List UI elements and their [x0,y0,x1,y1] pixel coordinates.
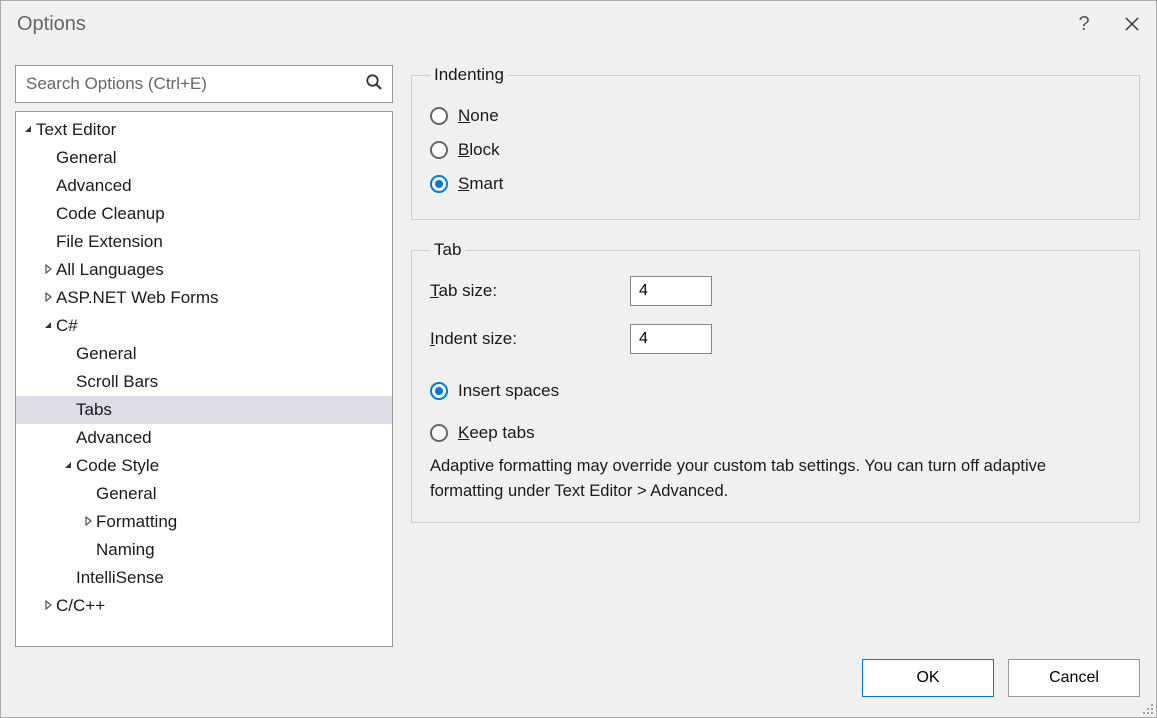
radio-icon [430,107,448,125]
tree-item[interactable]: File Extension [16,228,392,256]
tree-item[interactable]: General [16,340,392,368]
tree-item[interactable]: C# [16,312,392,340]
tree-item-label: Tabs [76,400,112,420]
radio-icon [430,141,448,159]
adaptive-formatting-note: Adaptive formatting may override your cu… [430,454,1121,504]
close-button[interactable] [1108,1,1156,47]
tree-item-label: IntelliSense [76,568,164,588]
tree-item-label: C# [56,316,78,336]
close-icon [1125,17,1139,31]
tree-item[interactable]: IntelliSense [16,564,392,592]
tree-item[interactable]: Tabs [16,396,392,424]
tree-item[interactable]: General [16,480,392,508]
right-panel: Indenting None Block Smart Tab Tab size [411,65,1140,647]
radio-label: None [458,106,499,126]
chevron-right-icon[interactable] [42,600,54,613]
radio-label: Smart [458,174,503,194]
help-button[interactable]: ? [1060,1,1108,47]
insert-spaces-radio[interactable]: Insert spaces [430,374,1121,408]
radio-icon [430,175,448,193]
chevron-down-icon[interactable] [62,460,74,473]
tree-item[interactable]: General [16,144,392,172]
chevron-right-icon[interactable] [42,264,54,277]
indent-size-row: Indent size: [430,322,1121,356]
tree-item[interactable]: Advanced [16,424,392,452]
tab-size-label: Tab size: [430,281,630,301]
tree-item[interactable]: C/C++ [16,592,392,620]
window-title: Options [17,13,86,36]
ok-button[interactable]: OK [862,659,994,697]
tree-item[interactable]: Formatting [16,508,392,536]
search-input[interactable] [15,65,393,103]
left-panel: Text Editor General Advanced Code Cleanup Fi… [15,65,393,647]
titlebar: Options ? [1,1,1156,47]
tab-group: Tab Tab size: Indent size: Insert spaces… [411,240,1140,523]
tree-item-label: General [96,484,156,504]
tree-item[interactable]: Text Editor [16,116,392,144]
indenting-smart-radio[interactable]: Smart [430,167,1121,201]
indent-size-label: Indent size: [430,329,630,349]
tree-item-label: Scroll Bars [76,372,158,392]
tree-item-label: General [76,344,136,364]
radio-label: Block [458,140,500,160]
tree-item[interactable]: ASP.NET Web Forms [16,284,392,312]
chevron-down-icon[interactable] [42,320,54,333]
tree-item[interactable]: Code Cleanup [16,200,392,228]
tree-item[interactable]: Advanced [16,172,392,200]
tree-item-label: Code Style [76,456,159,476]
options-tree[interactable]: Text Editor General Advanced Code Cleanup Fi… [15,111,393,647]
indenting-block-radio[interactable]: Block [430,133,1121,167]
radio-label: Keep tabs [458,423,535,443]
indenting-group: Indenting None Block Smart [411,65,1140,220]
tree-item[interactable]: All Languages [16,256,392,284]
tree-item-label: Naming [96,540,155,560]
search-wrap [15,65,393,103]
tree-item[interactable]: Code Style [16,452,392,480]
resize-grip-icon[interactable] [1140,701,1154,715]
tab-legend: Tab [430,240,465,260]
tree-item-label: Advanced [76,428,152,448]
tree-item-label: Formatting [96,512,177,532]
search-icon[interactable] [365,73,383,95]
tree-item-label: C/C++ [56,596,105,616]
radio-icon [430,382,448,400]
tree-item[interactable]: Scroll Bars [16,368,392,396]
indenting-legend: Indenting [430,65,508,85]
tree-item-label: Advanced [56,176,132,196]
tree-item[interactable]: Naming [16,536,392,564]
radio-label: Insert spaces [458,381,559,401]
tab-size-input[interactable] [630,276,712,306]
radio-icon [430,424,448,442]
tree-item-label: General [56,148,116,168]
keep-tabs-radio[interactable]: Keep tabs [430,416,1121,450]
tab-size-row: Tab size: [430,274,1121,308]
tree-item-label: All Languages [56,260,164,280]
chevron-right-icon[interactable] [82,516,94,529]
indent-size-input[interactable] [630,324,712,354]
tree-item-label: Text Editor [36,120,116,140]
dialog-body: Text Editor General Advanced Code Cleanup Fi… [1,47,1156,659]
chevron-right-icon[interactable] [42,292,54,305]
tree-item-label: Code Cleanup [56,204,165,224]
chevron-down-icon[interactable] [22,124,34,137]
tree-item-label: ASP.NET Web Forms [56,288,219,308]
indenting-none-radio[interactable]: None [430,99,1121,133]
dialog-footer: OK Cancel [1,659,1156,717]
window-controls: ? [1060,1,1156,47]
cancel-button[interactable]: Cancel [1008,659,1140,697]
tree-item-label: File Extension [56,232,163,252]
options-dialog: Options ? Text Editor [0,0,1157,718]
